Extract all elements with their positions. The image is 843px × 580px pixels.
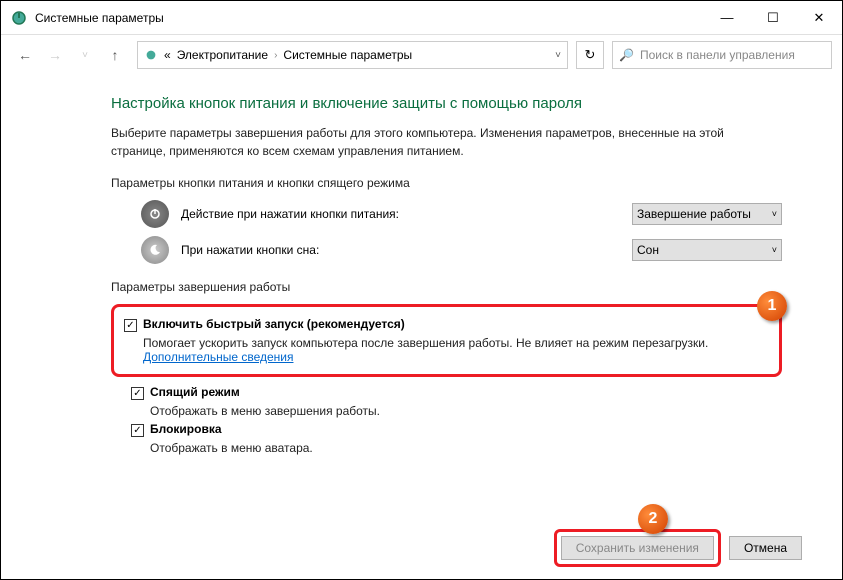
save-button[interactable]: Сохранить изменения (561, 536, 714, 560)
sleep-button-dropdown[interactable]: Сон˅ (632, 239, 782, 261)
nav-back-button[interactable]: ← (11, 41, 39, 69)
fast-start-desc: Помогает ускорить запуск компьютера посл… (143, 336, 769, 364)
sleep-desc: Отображать в меню завершения работы. (150, 404, 782, 418)
annotation-badge-1: 1 (757, 291, 787, 321)
lock-desc: Отображать в меню аватара. (150, 441, 782, 455)
section-label: Параметры кнопки питания и кнопки спящег… (111, 176, 782, 190)
close-button[interactable]: ✕ (796, 2, 842, 34)
highlight-annotation-1: 1 Включить быстрый запуск (рекомендуется… (111, 304, 782, 377)
breadcrumb-item[interactable]: Электропитание (177, 48, 268, 62)
sleep-icon (141, 236, 169, 264)
page-heading: Настройка кнопок питания и включение защ… (111, 95, 782, 112)
chevron-down-icon[interactable]: ˅ (555, 50, 561, 61)
page-description: Выберите параметры завершения работы для… (111, 124, 782, 160)
cancel-button[interactable]: Отмена (729, 536, 802, 560)
battery-icon (144, 48, 158, 62)
maximize-button[interactable]: ☐ (750, 2, 796, 34)
sleep-button-label: При нажатии кнопки сна: (181, 243, 620, 257)
power-button-dropdown[interactable]: Завершение работы˅ (632, 203, 782, 225)
power-icon (141, 200, 169, 228)
power-button-label: Действие при нажатии кнопки питания: (181, 207, 620, 221)
chevron-right-icon: › (274, 50, 277, 61)
nav-recent-button[interactable]: ˅ (71, 41, 99, 69)
highlight-annotation-2: 2 Сохранить изменения (554, 529, 721, 567)
sleep-checkbox[interactable] (131, 387, 144, 400)
minimize-button[interactable]: — (704, 2, 750, 34)
section-label: Параметры завершения работы (111, 280, 782, 294)
search-placeholder: Поиск в панели управления (640, 48, 795, 62)
annotation-badge-2: 2 (638, 504, 668, 534)
nav-up-button[interactable]: ↑ (101, 41, 129, 69)
fast-start-checkbox[interactable] (124, 319, 137, 332)
search-input[interactable]: 🔍 Поиск в панели управления (612, 41, 832, 69)
refresh-button[interactable]: ↻ (576, 41, 604, 69)
app-icon (11, 10, 27, 26)
address-bar[interactable]: « Электропитание › Системные параметры ˅ (137, 41, 568, 69)
window-title: Системные параметры (35, 11, 704, 25)
lock-title: Блокировка (150, 422, 222, 436)
breadcrumb-prefix: « (164, 48, 171, 62)
nav-forward-button[interactable]: → (41, 41, 69, 69)
search-icon: 🔍 (619, 48, 634, 62)
lock-checkbox[interactable] (131, 424, 144, 437)
fast-start-title: Включить быстрый запуск (рекомендуется) (143, 317, 405, 331)
more-info-link[interactable]: Дополнительные сведения (143, 350, 293, 364)
sleep-title: Спящий режим (150, 385, 240, 399)
breadcrumb-item[interactable]: Системные параметры (283, 48, 412, 62)
